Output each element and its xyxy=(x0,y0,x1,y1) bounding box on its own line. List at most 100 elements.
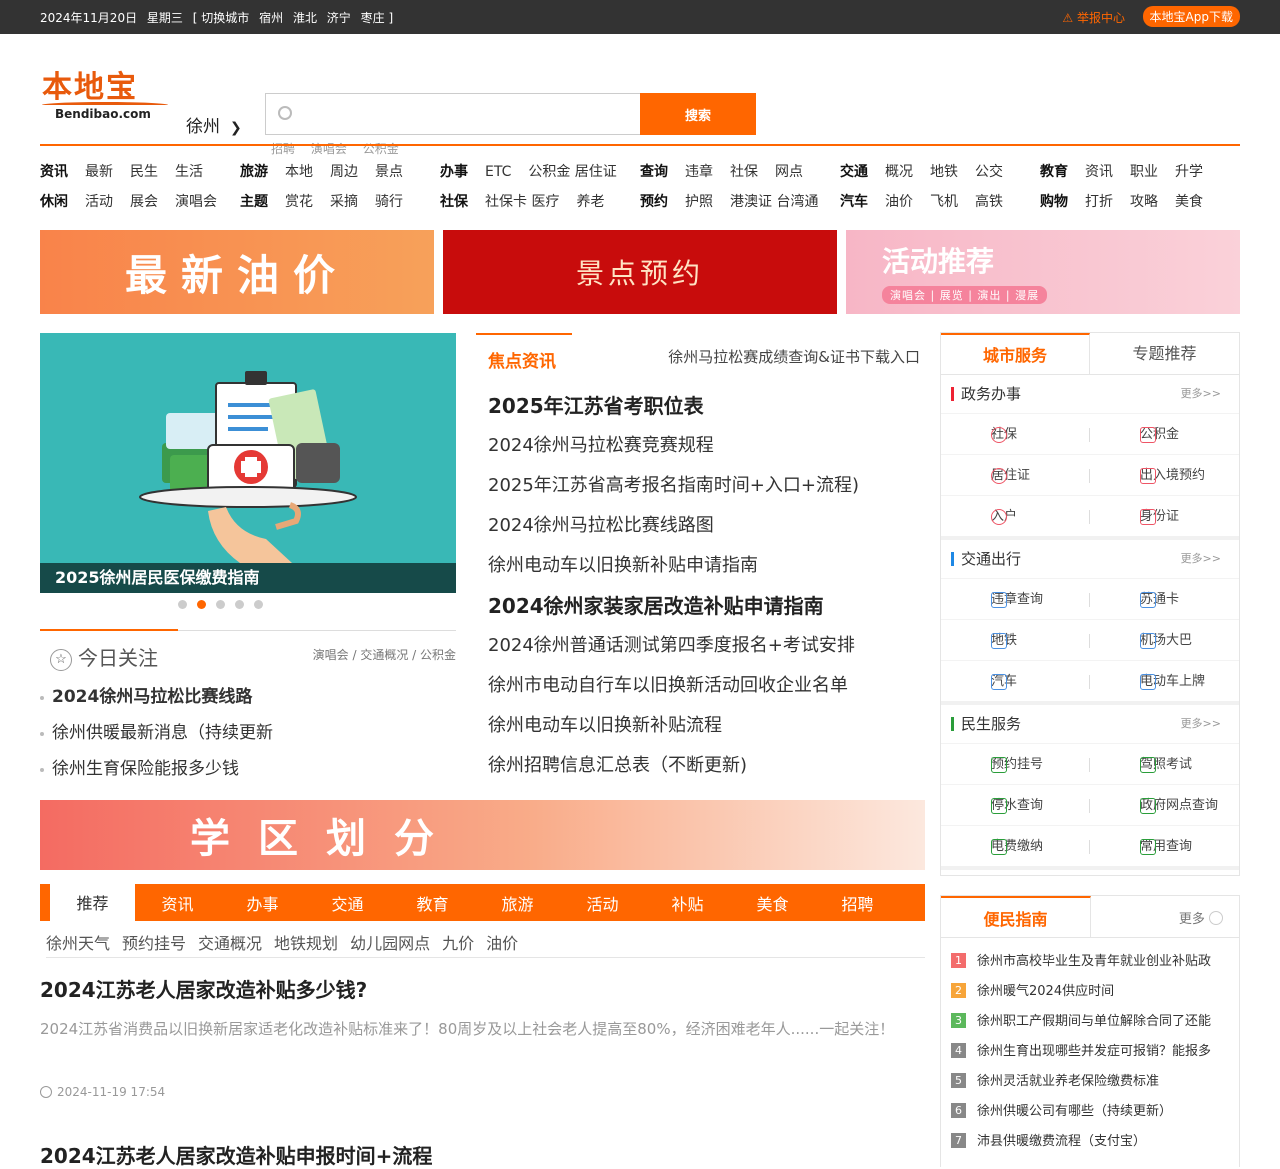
sublink[interactable]: 油价 xyxy=(486,934,518,953)
nav-link[interactable]: 社保 xyxy=(730,164,758,180)
feed-tab[interactable]: 美食 xyxy=(730,884,815,921)
nav-link[interactable]: 骑行 xyxy=(375,194,403,210)
nav-link[interactable]: 公交 xyxy=(975,164,1003,180)
tab-focus-news[interactable]: 焦点资讯 xyxy=(476,333,572,372)
service-link[interactable]: 入户 xyxy=(941,496,1090,536)
nav-link[interactable]: 地铁 xyxy=(930,164,958,180)
sublink[interactable]: 预约挂号 xyxy=(122,934,186,953)
nav-link[interactable]: 周边 xyxy=(330,164,358,180)
nav-link[interactable]: 高铁 xyxy=(975,194,1003,210)
nav-link[interactable]: 主题 xyxy=(240,194,268,210)
service-link[interactable]: 机场大巴 xyxy=(1090,620,1239,660)
guide-item[interactable]: 7 沛县供暖缴费流程（支付宝） xyxy=(941,1130,1239,1160)
nav-link[interactable]: 护照 xyxy=(685,194,713,210)
marquee-link[interactable]: 徐州马拉松赛成绩查询&证书下载入口 xyxy=(668,346,920,367)
article-title[interactable]: 2024江苏老人居家改造补贴多少钱? xyxy=(40,974,925,1003)
sublink[interactable]: 幼儿园网点 xyxy=(350,934,430,953)
nav-link[interactable]: 养老 xyxy=(576,194,604,210)
section-more-link[interactable]: 更多>> xyxy=(1181,540,1221,578)
nav-link[interactable]: 资讯 xyxy=(1085,164,1113,180)
guide-item[interactable]: 4 徐州生育出现哪些并发症可报销？能报多 xyxy=(941,1040,1239,1070)
service-link[interactable]: 地铁 xyxy=(941,620,1090,660)
nav-link[interactable]: 景点 xyxy=(375,164,403,180)
report-center-link[interactable]: ⚠ 举报中心 xyxy=(1062,9,1125,26)
nav-link[interactable]: 打折 xyxy=(1085,194,1113,210)
nav-link[interactable]: 民生 xyxy=(130,164,158,180)
guide-item[interactable]: 2 徐州暖气2024供应时间 xyxy=(941,980,1239,1010)
nav-link[interactable]: 赏花 xyxy=(285,194,313,210)
section-more-link[interactable]: 更多>> xyxy=(1181,375,1221,413)
tab-city-services[interactable]: 城市服务 xyxy=(941,333,1090,374)
service-link[interactable]: 公积金 xyxy=(1090,414,1239,454)
nav-link[interactable]: 办事 xyxy=(440,164,468,180)
service-link[interactable]: 驾照考试 xyxy=(1090,744,1239,784)
slider-dot[interactable] xyxy=(235,600,244,609)
nav-link[interactable]: 港澳证 台湾通 xyxy=(730,194,818,210)
nav-link[interactable]: 查询 xyxy=(640,164,668,180)
nav-link[interactable]: 违章 xyxy=(685,164,713,180)
service-link[interactable]: 电动车上牌 xyxy=(1090,661,1239,701)
city-link[interactable]: 淮北 xyxy=(293,11,317,25)
news-link[interactable]: 徐州电动车以旧换新补贴申请指南 xyxy=(488,546,928,586)
nav-link[interactable]: 购物 xyxy=(1040,194,1068,210)
feed-tab[interactable]: 资讯 xyxy=(135,884,220,921)
service-link[interactable]: 汽车 xyxy=(941,661,1090,701)
feed-tab[interactable]: 教育 xyxy=(390,884,475,921)
nav-link[interactable]: 教育 xyxy=(1040,164,1068,180)
app-download-button[interactable]: 本地宝App下载 xyxy=(1142,6,1240,27)
school-district-banner[interactable]: 学区划分 xyxy=(40,800,925,870)
service-link[interactable]: 电费缴纳 xyxy=(941,826,1090,866)
article-item[interactable]: 2024江苏老人居家改造补贴申报时间+流程 xyxy=(40,1140,925,1169)
nav-link[interactable]: 预约 xyxy=(640,194,668,210)
nav-link[interactable]: 最新 xyxy=(85,164,113,180)
sublink[interactable]: 地铁规划 xyxy=(274,934,338,953)
nav-link[interactable]: 资讯 xyxy=(40,164,68,180)
image-slider[interactable]: 2025徐州居民医保缴费指南 xyxy=(40,333,456,593)
nav-link[interactable]: 生活 xyxy=(175,164,203,180)
news-link[interactable]: 2025年江苏省高考报名指南时间+入口+流程) xyxy=(488,466,928,506)
nav-link[interactable]: 美食 xyxy=(1175,194,1203,210)
news-link[interactable]: 2024徐州马拉松赛竞赛规程 xyxy=(488,426,928,466)
news-link[interactable]: 2024徐州马拉松比赛线路图 xyxy=(488,506,928,546)
search-input[interactable] xyxy=(266,94,606,134)
nav-link[interactable]: 汽车 xyxy=(840,194,868,210)
slider-dot[interactable] xyxy=(178,600,187,609)
scenic-booking-banner[interactable]: 景点预约 xyxy=(443,230,837,314)
service-link[interactable]: 居住证 xyxy=(941,455,1090,495)
switch-city-link[interactable]: [ 切换城市 xyxy=(193,11,250,25)
nav-link[interactable]: 升学 xyxy=(1175,164,1203,180)
city-link[interactable]: 枣庄 ] xyxy=(361,11,394,25)
service-link[interactable]: 常用查询 xyxy=(1090,826,1239,866)
nav-link[interactable]: 本地 xyxy=(285,164,313,180)
feed-tab[interactable]: 旅游 xyxy=(475,884,560,921)
activity-banner[interactable]: 活动推荐 演唱会 | 展览 | 演出 | 漫展 xyxy=(846,230,1240,314)
nav-link[interactable]: 网点 xyxy=(775,164,803,180)
service-link[interactable]: 身份证 xyxy=(1090,496,1239,536)
feed-tab[interactable]: 补贴 xyxy=(645,884,730,921)
service-link[interactable]: 停水查询 xyxy=(941,785,1090,825)
city-selector[interactable]: 徐州 ❯ xyxy=(186,112,242,137)
news-link[interactable]: 徐州市电动自行车以旧换新活动回收企业名单 xyxy=(488,666,928,706)
feed-tab[interactable]: 招聘 xyxy=(815,884,900,921)
nav-link[interactable]: 概况 xyxy=(885,164,913,180)
slider-dot[interactable] xyxy=(197,600,206,609)
nav-link[interactable]: 展会 xyxy=(130,194,158,210)
news-link[interactable]: 2024徐州普通话测试第四季度报名+考试安排 xyxy=(488,626,928,666)
tab-topics[interactable]: 专题推荐 xyxy=(1090,333,1239,374)
service-link[interactable]: 政府网点查询 xyxy=(1090,785,1239,825)
nav-link[interactable]: 攻略 xyxy=(1130,194,1158,210)
guide-item[interactable]: 1 徐州市高校毕业生及青年就业创业补贴政 xyxy=(941,950,1239,980)
news-link[interactable]: 徐州电动车以旧换新补贴流程 xyxy=(488,706,928,746)
news-link[interactable]: 2024徐州家装家居改造补贴申请指南 xyxy=(488,586,928,626)
list-item[interactable]: 徐州供暖最新消息（持续更新 xyxy=(40,718,456,754)
feed-tab[interactable]: 活动 xyxy=(560,884,645,921)
service-link[interactable]: 社保 xyxy=(941,414,1090,454)
guide-item[interactable]: 3 徐州职工产假期间与单位解除合同了还能 xyxy=(941,1010,1239,1040)
nav-link[interactable]: 交通 xyxy=(840,164,868,180)
service-link[interactable]: 出入境预约 xyxy=(1090,455,1239,495)
nav-link[interactable]: 采摘 xyxy=(330,194,358,210)
sublink[interactable]: 交通概况 xyxy=(198,934,262,953)
nav-link[interactable]: 社保卡 医疗 xyxy=(485,194,559,210)
sublink[interactable]: 九价 xyxy=(442,934,474,953)
nav-link[interactable]: 油价 xyxy=(885,194,913,210)
